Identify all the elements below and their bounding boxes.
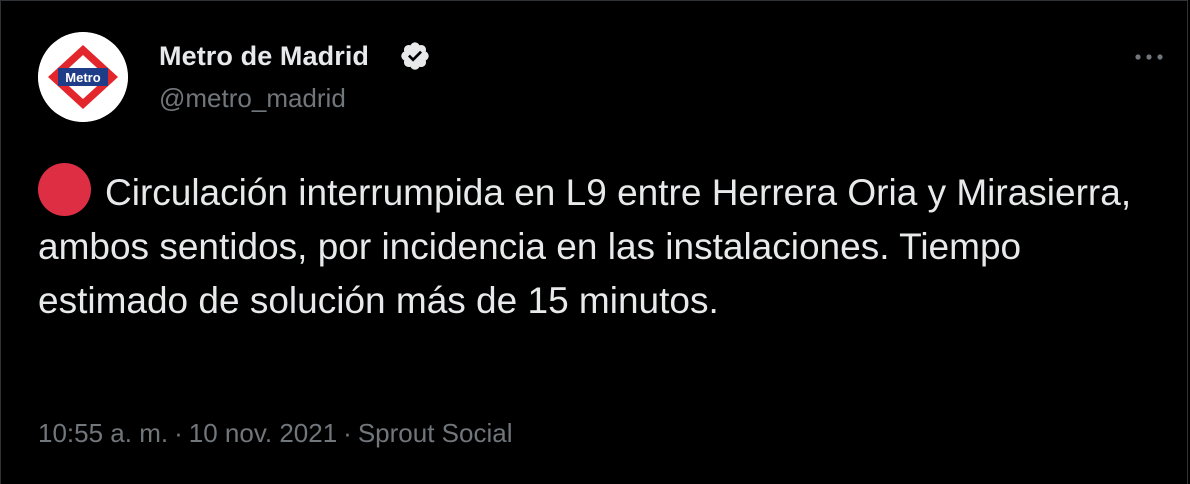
meta-separator: ·	[174, 418, 183, 448]
tweet-meta: 10:55 a. m. · 10 nov. 2021 · Sprout Social	[38, 418, 513, 449]
meta-separator: ·	[343, 418, 352, 448]
tweet-date[interactable]: 10 nov. 2021	[189, 418, 337, 448]
author-handle[interactable]: @metro_madrid	[159, 83, 346, 114]
tweet-time[interactable]: 10:55 a. m.	[38, 418, 168, 448]
metro-logo-icon: Metro	[38, 32, 128, 122]
tweet-body: Circulación interrumpida en L9 entre Her…	[38, 172, 1142, 321]
tweet-card: Metro Metro de Madrid @metro_madrid Circ…	[0, 0, 1188, 484]
metro-logo-text: Metro	[65, 70, 100, 85]
tweet-text: Circulación interrumpida en L9 entre Her…	[38, 163, 1168, 328]
more-options-button[interactable]	[1129, 41, 1169, 73]
red-circle-icon	[38, 163, 91, 216]
tweet-source-link[interactable]: Sprout Social	[358, 418, 513, 448]
avatar[interactable]: Metro	[38, 32, 128, 122]
more-horizontal-icon	[1135, 54, 1163, 60]
verified-badge-icon	[401, 42, 429, 70]
author-name[interactable]: Metro de Madrid	[159, 41, 369, 72]
